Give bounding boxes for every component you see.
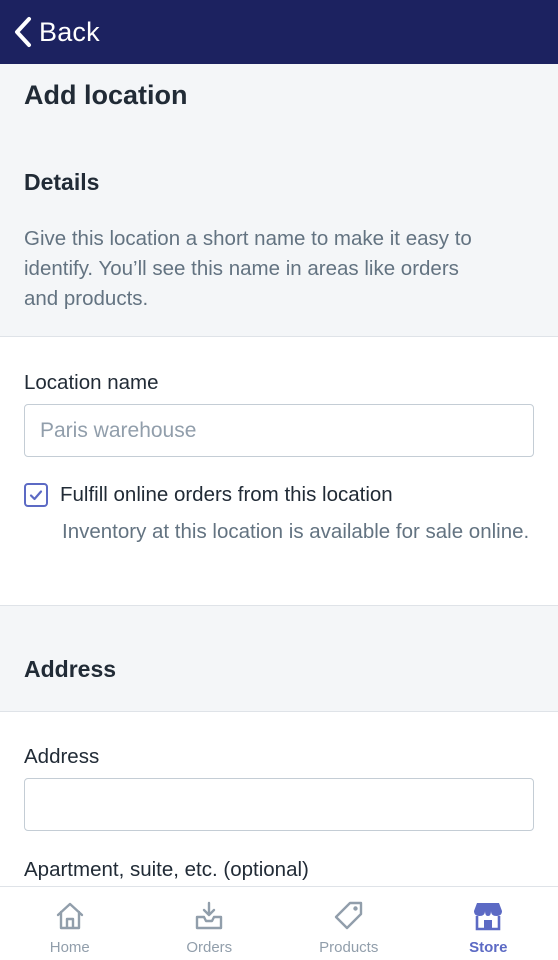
tab-store[interactable]: Store: [419, 887, 558, 960]
home-icon: [56, 902, 83, 930]
bottom-tab-bar: Home Orders Products Store: [0, 886, 558, 960]
orders-icon: [196, 901, 223, 930]
back-label: Back: [39, 16, 100, 47]
tab-home[interactable]: Home: [0, 887, 140, 960]
tab-products-label: Products: [319, 939, 379, 956]
location-name-input[interactable]: [24, 404, 534, 457]
back-button[interactable]: Back: [12, 0, 100, 64]
tab-orders-label: Orders: [186, 939, 233, 956]
tab-orders[interactable]: Orders: [140, 887, 280, 960]
store-icon: [474, 903, 503, 931]
page-header: Add location Details Give this location …: [0, 64, 558, 336]
address-label: Address: [24, 745, 100, 768]
apartment-label: Apartment, suite, etc. (optional): [24, 858, 309, 881]
address-section-title: Address: [24, 656, 117, 682]
location-name-label: Location name: [24, 371, 159, 394]
tab-home-label: Home: [49, 939, 90, 956]
chevron-left-icon: [15, 17, 31, 47]
checkmark-icon: [29, 490, 43, 501]
location-card: Location name Fulfill online orders from…: [0, 336, 558, 606]
address-section-header: Address: [0, 606, 558, 712]
top-navigation-bar: Back: [0, 0, 558, 64]
address-card: Address Apartment, suite, etc. (optional…: [0, 711, 558, 911]
details-section-title: Details: [24, 169, 100, 195]
tab-store-label: Store: [469, 939, 508, 956]
page-title: Add location: [24, 80, 188, 110]
fulfill-online-help-text: Inventory at this location is available …: [62, 520, 530, 543]
details-description: Give this location a short name to make …: [24, 227, 472, 310]
fulfill-online-checkbox[interactable]: [24, 483, 48, 507]
fulfill-online-label[interactable]: Fulfill online orders from this location: [60, 483, 393, 507]
tab-products[interactable]: Products: [279, 887, 419, 960]
address-input[interactable]: [24, 778, 534, 831]
tag-icon: [334, 901, 362, 930]
